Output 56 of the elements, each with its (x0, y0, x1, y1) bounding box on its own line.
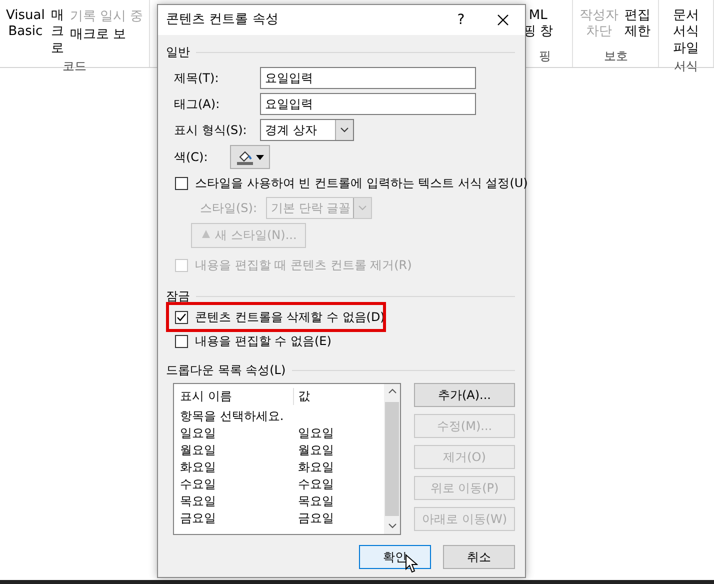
field-label: 표시 형식(S): (174, 122, 248, 139)
list-action-button[interactable]: 추가(A)... (414, 383, 515, 407)
list-cell[interactable]: 월요일 (294, 442, 384, 459)
list-box[interactable]: 표시 이름 값 항목을 선택하세요. 일요일 일요일 월요일 월요일 화요일 화요일 수요일 수요일 목요일 목요일 금요일 금요일 (173, 383, 401, 535)
format-dropdown[interactable]: 경계 상자 (260, 119, 354, 141)
field-label: 제목(T): (174, 70, 220, 87)
group-label: 보호 (602, 48, 629, 65)
field-label: 색(C): (174, 149, 209, 166)
tag-field[interactable]: 요일입력 (260, 93, 476, 115)
ribbon-button[interactable]: 편집 제한 (624, 8, 650, 40)
checkbox[interactable] (175, 310, 188, 324)
checkbox-label: 내용을 편집할 때 콘텐츠 컨트롤 제거(R) (195, 257, 412, 274)
checkbox-label: 스타일을 사용하여 빈 컨트롤에 입력하는 텍스트 서식 설정(U) (195, 175, 528, 192)
list-cell[interactable]: 일요일 (174, 425, 294, 442)
checkbox[interactable] (175, 176, 188, 190)
dialog-title: 콘텐츠 컨트롤 속성 (166, 11, 280, 30)
checkbox[interactable] (175, 334, 188, 348)
list-cell[interactable]: 일요일 (294, 425, 384, 442)
section-label: 드롭다운 목록 속성(L) (166, 362, 286, 379)
cancel-button[interactable]: 취소 (443, 545, 515, 569)
section-label: 잠금 (166, 288, 190, 305)
list-cell[interactable]: 금요일 (174, 510, 294, 527)
section-label: 일반 (166, 44, 190, 61)
field-label: 스타일(S): (200, 200, 258, 217)
ribbon-button[interactable]: 매크로 (50, 8, 64, 57)
paint-bucket-icon (236, 149, 254, 165)
chevron-down-icon (340, 127, 349, 133)
list-cell[interactable]: 항목을 선택하세요. (174, 408, 294, 425)
column-header: 표시 이름 (174, 388, 294, 404)
list-cell[interactable]: 화요일 (174, 459, 294, 476)
group-label: 핑 (538, 48, 552, 65)
ribbon-button[interactable]: Visual Basic (6, 8, 45, 40)
caret-icon (256, 154, 264, 160)
list-cell[interactable]: 화요일 (294, 459, 384, 476)
group-label: 코드 (62, 58, 88, 75)
list-cell[interactable]: 금요일 (294, 510, 384, 527)
color-picker-button[interactable] (230, 145, 270, 169)
list-cell[interactable]: 수요일 (174, 476, 294, 493)
title-field[interactable]: 요일입력 (260, 67, 476, 89)
ok-button[interactable]: 확인 (359, 545, 431, 569)
ribbon-button[interactable]: 매크로 보 (70, 26, 144, 44)
list-cell[interactable]: 월요일 (174, 442, 294, 459)
field-label: 태그(A): (174, 96, 221, 113)
cursor-icon (405, 554, 418, 574)
ribbon-button[interactable]: 문서 서식 파일 (665, 8, 708, 57)
scrollbar[interactable] (384, 384, 400, 534)
column-header: 값 (297, 388, 311, 404)
group-label: 서식 (673, 58, 700, 75)
list-cell[interactable]: 목요일 (294, 493, 384, 510)
chevron-down-icon (358, 205, 367, 211)
list-cell[interactable]: 목요일 (174, 493, 294, 510)
checkbox-label: 내용을 편집할 수 없음(E) (195, 333, 332, 350)
help-button[interactable]: ? (441, 10, 481, 30)
checkbox-label: 콘텐츠 컨트롤을 삭제할 수 없음(D) (195, 309, 385, 326)
style-icon (200, 228, 212, 240)
list-cell[interactable]: 수요일 (294, 476, 384, 493)
